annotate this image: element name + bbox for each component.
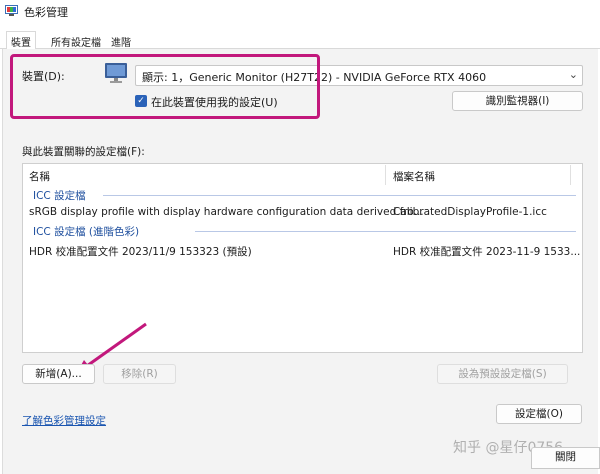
group-separator — [103, 195, 576, 196]
group-separator — [195, 231, 576, 232]
identify-monitors-button[interactable]: 識別監視器(I) — [452, 91, 583, 111]
close-button[interactable]: 關閉 — [531, 447, 600, 469]
column-header-name[interactable]: 名稱 — [29, 169, 50, 184]
profile-row-name[interactable]: HDR 校准配置文件 2023/11/9 153323 (預設) — [29, 244, 252, 259]
profiles-button[interactable]: 設定檔(O) — [496, 404, 582, 424]
learn-color-management-link[interactable]: 了解色彩管理設定 — [22, 413, 106, 428]
group-header-icc-advanced: ICC 設定檔 (進階色彩) — [33, 226, 140, 238]
tab-devices[interactable]: 裝置 — [6, 31, 36, 50]
profile-row-file[interactable]: HDR 校准配置文件 2023-11-9 1533... — [393, 244, 580, 259]
profiles-section-label: 與此裝置關聯的設定檔(F): — [22, 146, 145, 158]
column-divider — [570, 165, 571, 185]
tab-all-profiles[interactable]: 所有設定檔 — [46, 31, 106, 49]
profile-row-name[interactable]: sRGB display profile with display hardwa… — [29, 206, 424, 218]
color-management-app-icon — [5, 5, 18, 17]
chevron-down-icon: ⌄ — [568, 68, 578, 81]
column-divider — [385, 165, 386, 185]
window-title: 色彩管理 — [24, 6, 68, 19]
title-bar — [0, 0, 600, 26]
column-header-filename[interactable]: 檔案名稱 — [393, 169, 435, 184]
set-default-profile-button[interactable]: 設為預設設定檔(S) — [437, 364, 568, 384]
tab-advanced[interactable]: 進階 — [106, 31, 136, 49]
tab-strip: 裝置 所有設定檔 進階 — [0, 31, 600, 50]
annotation-highlight-box — [10, 54, 320, 119]
profile-row-file[interactable]: CalibratedDisplayProfile-1.icc — [393, 206, 547, 218]
remove-profile-button[interactable]: 移除(R) — [103, 364, 176, 384]
group-header-icc: ICC 設定檔 — [33, 190, 86, 202]
add-profile-button[interactable]: 新增(A)... — [22, 364, 95, 384]
